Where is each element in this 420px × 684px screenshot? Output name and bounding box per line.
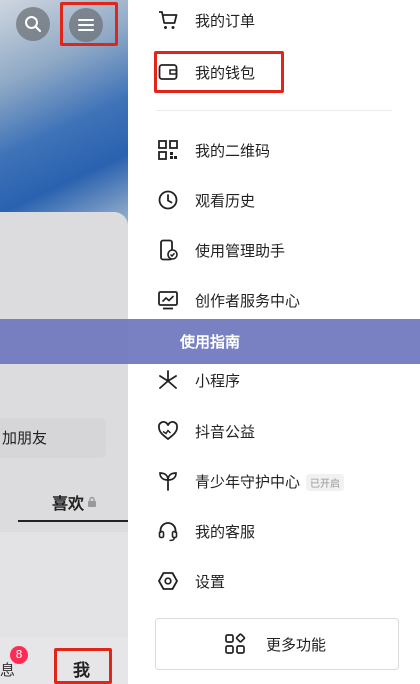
menu-item-label: 我的订单 (195, 11, 256, 30)
profile-card (0, 212, 128, 532)
chart-monitor-icon (156, 288, 180, 312)
menu-item-creator-center[interactable]: 创作者服务中心 (128, 280, 420, 320)
guide-banner-text: 使用指南 (179, 333, 240, 351)
tab-underline (18, 520, 128, 522)
menu-item-customer-service[interactable]: 我的客服 (128, 511, 420, 551)
lock-icon (88, 496, 97, 507)
menu-highlight-box (60, 2, 118, 46)
menu-item-youth-guard[interactable]: 青少年守护中心 已开启 (128, 461, 420, 501)
menu-item-label: 小程序 (195, 371, 241, 390)
status-badge: 已开启 (306, 473, 345, 491)
phone-check-icon (156, 238, 180, 262)
tab-likes[interactable]: 喜欢 (52, 490, 97, 514)
menu-item-label: 使用管理助手 (195, 241, 286, 260)
menu-item-label: 青少年守护中心 已开启 (195, 471, 345, 492)
menu-item-usage-assistant[interactable]: 使用管理助手 (128, 230, 420, 270)
wallet-highlight-box (154, 51, 284, 93)
add-friend-button[interactable]: 加朋友 (0, 418, 106, 458)
add-friend-label: 加朋友 (2, 429, 48, 447)
qrcode-icon (156, 138, 180, 162)
settings-hex-icon (156, 569, 180, 593)
clock-icon (156, 188, 180, 212)
menu-item-label: 设置 (195, 572, 226, 591)
messages-badge: 8 (10, 646, 28, 664)
menu-item-mini-programs[interactable]: 小程序 (128, 360, 420, 400)
guide-banner: 使用指南 (0, 319, 420, 364)
more-features-button[interactable]: 更多功能 (155, 618, 399, 670)
menu-item-label: 观看历史 (195, 191, 256, 210)
cart-icon (156, 8, 180, 32)
menu-item-history[interactable]: 观看历史 (128, 180, 420, 220)
menu-item-label: 我的二维码 (195, 141, 271, 160)
menu-item-charity[interactable]: 抖音公益 (128, 411, 420, 451)
menu-item-qrcode[interactable]: 我的二维码 (128, 130, 420, 170)
mini-program-icon (156, 368, 180, 392)
menu-item-orders[interactable]: 我的订单 (128, 0, 420, 40)
sprout-icon (156, 469, 180, 493)
more-features-label: 更多功能 (266, 635, 327, 654)
search-icon (25, 16, 42, 33)
grid-apps-icon (224, 633, 246, 655)
menu-item-settings[interactable]: 设置 (128, 561, 420, 601)
menu-item-label: 我的客服 (195, 522, 256, 541)
menu-item-label: 创作者服务中心 (195, 291, 301, 310)
me-highlight-box (54, 648, 112, 684)
headset-icon (156, 519, 180, 543)
menu-divider (156, 110, 392, 111)
search-button[interactable] (16, 7, 50, 41)
charity-heart-icon (156, 419, 180, 443)
menu-item-label: 抖音公益 (195, 422, 256, 441)
tab-likes-label: 喜欢 (52, 494, 85, 513)
